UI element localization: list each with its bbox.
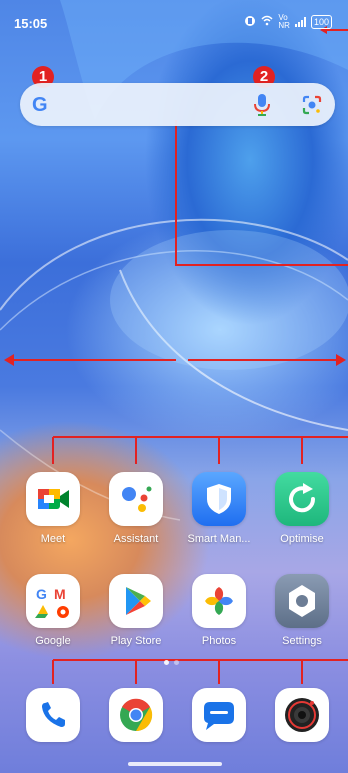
app-assistant[interactable]: Assistant — [96, 472, 176, 545]
app-label: Play Store — [110, 635, 162, 647]
assistant-icon[interactable] — [109, 472, 163, 526]
app-meet[interactable]: Meet — [13, 472, 93, 545]
svg-text:M: M — [54, 586, 66, 602]
optimise-icon[interactable] — [275, 472, 329, 526]
photos-icon[interactable] — [192, 574, 246, 628]
wifi-icon — [261, 15, 273, 29]
app-smart-manager[interactable]: Smart Man... — [179, 472, 259, 545]
app-label: Google — [35, 635, 71, 647]
app-label: Assistant — [113, 533, 159, 545]
status-bar: 15:05 Vo NR 100 — [0, 0, 348, 40]
settings-icon[interactable] — [275, 574, 329, 628]
dock-camera[interactable] — [262, 688, 342, 742]
meet-icon[interactable] — [26, 472, 80, 526]
app-photos[interactable]: Photos — [179, 574, 259, 647]
app-optimise[interactable]: Optimise — [262, 472, 342, 545]
dock-messages[interactable] — [179, 688, 259, 742]
svg-text:G: G — [36, 586, 47, 602]
page-indicator — [164, 660, 179, 665]
app-label: Meet — [40, 533, 66, 545]
app-label: Smart Man... — [187, 533, 251, 545]
page-dot — [174, 660, 179, 665]
status-icons: Vo NR 100 — [244, 14, 332, 30]
google-lens-icon[interactable] — [301, 94, 323, 116]
app-google-folder[interactable]: G M Google — [13, 574, 93, 647]
app-settings[interactable]: Settings — [262, 574, 342, 647]
dock-phone[interactable] — [13, 688, 93, 742]
google-logo-icon[interactable]: G — [32, 94, 54, 116]
voice-search-mic-icon[interactable] — [252, 92, 272, 118]
chrome-icon[interactable] — [109, 688, 163, 742]
camera-icon[interactable] — [275, 688, 329, 742]
phone-icon[interactable] — [26, 688, 80, 742]
vibrate-mode-icon — [244, 15, 256, 30]
signal-strength-icon — [294, 17, 306, 27]
status-time: 15:05 — [14, 16, 48, 31]
dock-chrome[interactable] — [96, 688, 176, 742]
app-play-store[interactable]: Play Store — [96, 574, 176, 647]
messages-icon[interactable] — [192, 688, 246, 742]
shield-icon[interactable] — [192, 472, 246, 526]
battery-indicator: 100 — [310, 15, 332, 29]
volte-nr-label: Vo NR — [278, 13, 290, 30]
app-label: Optimise — [280, 533, 324, 545]
google-search-bar[interactable]: G — [20, 83, 335, 126]
play-store-icon[interactable] — [109, 574, 163, 628]
google-folder-icon[interactable]: G M — [26, 574, 80, 628]
app-label: Photos — [201, 635, 237, 647]
home-gesture-bar[interactable] — [128, 762, 222, 766]
page-dot-active — [164, 660, 169, 665]
app-label: Settings — [282, 635, 322, 647]
